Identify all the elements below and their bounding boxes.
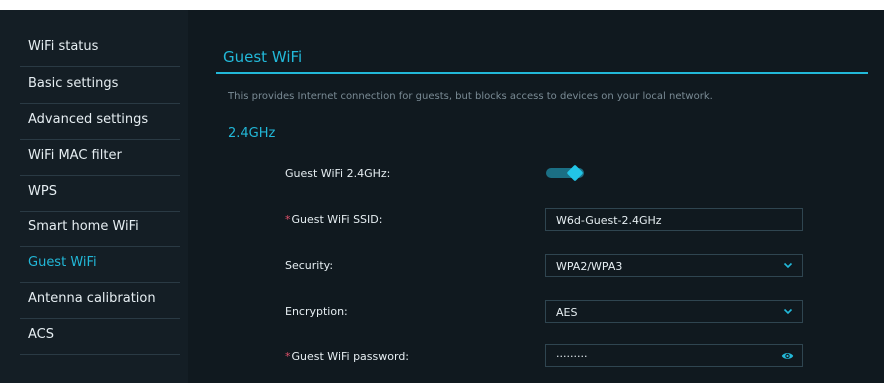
guest-wifi-toggle-label: Guest WiFi 2.4GHz:	[285, 167, 391, 180]
sidebar-item-label: Smart home WiFi	[28, 219, 139, 234]
sidebar-item-label: ACS	[28, 327, 54, 342]
encryption-value: AES	[556, 306, 578, 319]
password-value: ·········	[556, 350, 588, 363]
sidebar-item-acs[interactable]: ACS	[20, 318, 180, 355]
ssid-input[interactable]: W6d-Guest-2.4GHz	[545, 208, 803, 231]
password-input[interactable]: ·········	[545, 344, 803, 367]
sidebar-item-label: WiFi status	[28, 39, 99, 54]
sidebar-item-advanced-settings[interactable]: Advanced settings	[20, 103, 180, 140]
security-label: Security:	[285, 259, 334, 272]
page-description: This provides Internet connection for gu…	[228, 91, 713, 102]
sidebar-item-label: Guest WiFi	[28, 255, 97, 270]
title-underline	[216, 72, 868, 74]
required-mark: *	[285, 213, 291, 226]
password-label-text: Guest WiFi password:	[291, 350, 410, 363]
sidebar-item-label: Advanced settings	[28, 112, 149, 127]
chevron-down-icon	[783, 262, 793, 269]
sidebar-item-label: Antenna calibration	[28, 291, 156, 306]
sidebar: WiFi status Basic settings Advanced sett…	[0, 10, 188, 383]
eye-icon[interactable]	[781, 350, 794, 362]
sidebar-item-guest-wifi[interactable]: Guest WiFi	[20, 246, 180, 283]
app-frame: WiFi status Basic settings Advanced sett…	[0, 10, 884, 383]
sidebar-item-antenna-calibration[interactable]: Antenna calibration	[20, 282, 180, 319]
sidebar-item-wps[interactable]: WPS	[20, 175, 180, 212]
chevron-down-icon	[783, 308, 793, 315]
ssid-label: *Guest WiFi SSID:	[285, 213, 382, 226]
guest-wifi-toggle[interactable]	[546, 164, 586, 182]
encryption-label: Encryption:	[285, 305, 348, 318]
sidebar-item-wifi-mac-filter[interactable]: WiFi MAC filter	[20, 139, 180, 176]
sidebar-item-label: WPS	[28, 184, 57, 199]
main-content: Guest WiFi This provides Internet connec…	[188, 10, 884, 383]
section-title-2-4ghz: 2.4GHz	[228, 126, 276, 141]
sidebar-item-smart-home-wifi[interactable]: Smart home WiFi	[20, 210, 180, 247]
sidebar-item-basic-settings[interactable]: Basic settings	[20, 67, 180, 104]
password-label: *Guest WiFi password:	[285, 350, 409, 363]
security-select[interactable]: WPA2/WPA3	[545, 254, 803, 277]
encryption-select[interactable]: AES	[545, 300, 803, 323]
ssid-label-text: Guest WiFi SSID:	[291, 213, 383, 226]
sidebar-item-wifi-status[interactable]: WiFi status	[20, 30, 180, 67]
ssid-value: W6d-Guest-2.4GHz	[556, 214, 662, 227]
security-value: WPA2/WPA3	[556, 260, 623, 273]
sidebar-item-label: WiFi MAC filter	[28, 148, 122, 163]
required-mark: *	[285, 350, 291, 363]
page-title: Guest WiFi	[223, 48, 303, 66]
sidebar-item-label: Basic settings	[28, 76, 119, 91]
